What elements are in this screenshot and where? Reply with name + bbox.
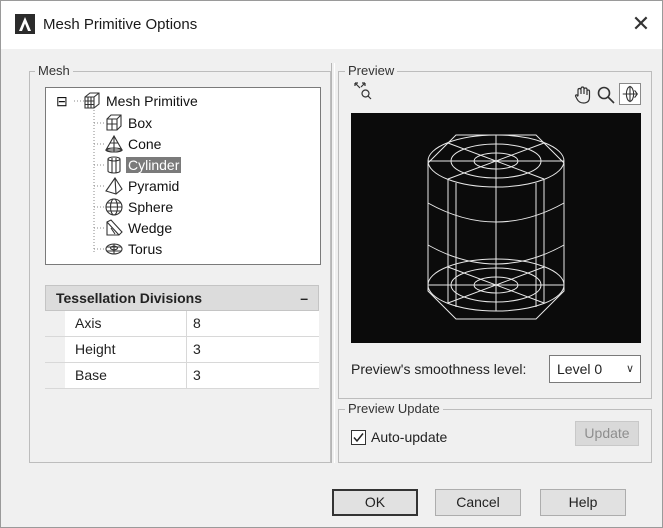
tree-item-label: Cylinder [126, 157, 182, 173]
chevron-down-icon: ∨ [625, 363, 634, 375]
mesh-primitive-icon [84, 92, 100, 109]
preview-update-group-label: Preview Update [345, 401, 443, 416]
cylinder-wireframe-preview [427, 134, 565, 320]
cylinder-icon [107, 156, 121, 174]
preview-group-label: Preview [345, 63, 398, 78]
smoothness-level-dropdown[interactable]: Level 0 ∨ [549, 355, 641, 383]
ok-button[interactable]: OK [332, 489, 418, 516]
cancel-button[interactable]: Cancel [435, 489, 521, 516]
vertical-divider [331, 63, 335, 463]
tree-item-sphere[interactable]: Sphere [126, 197, 175, 217]
preview-viewport[interactable] [351, 113, 641, 343]
checkmark-icon [353, 433, 364, 443]
mesh-group-label: Mesh [35, 63, 73, 78]
property-name: Base [65, 363, 187, 388]
pan-hand-icon[interactable] [573, 85, 593, 105]
property-row-axis: Axis 8 [45, 311, 319, 337]
mesh-primitive-options-dialog: Mesh Primitive Options ✕ Mesh ⊟ Mesh Pri… [0, 0, 663, 528]
smoothness-label: Preview's smoothness level: [351, 361, 527, 377]
property-name: Axis [65, 311, 187, 336]
tree-item-label: Pyramid [128, 178, 180, 194]
wedge-icon [106, 219, 123, 236]
tree-item-label: Box [128, 115, 153, 131]
autocad-logo-icon [15, 14, 35, 34]
tree-item-label: Sphere [128, 199, 174, 215]
cone-icon [105, 134, 123, 153]
tree-item-cone[interactable]: Cone [126, 134, 163, 154]
tree-root-mesh-primitive[interactable]: ⊟ [56, 91, 72, 111]
torus-icon [105, 243, 123, 255]
update-button[interactable]: Update [575, 421, 639, 446]
smoothness-selected-value: Level 0 [557, 361, 603, 377]
pyramid-icon [105, 177, 123, 195]
close-button[interactable]: ✕ [628, 11, 654, 37]
auto-update-label[interactable]: Auto-update [371, 429, 447, 445]
orbit-icon[interactable] [619, 83, 641, 105]
sphere-icon [105, 198, 123, 216]
zoom-icon[interactable] [596, 85, 616, 105]
tree-item-mesh-primitive[interactable]: Mesh Primitive [104, 91, 200, 111]
axis-value-field[interactable]: 8 [187, 311, 319, 336]
tree-item-torus[interactable]: Torus [126, 239, 164, 259]
tree-connector-lines [74, 100, 104, 252]
help-button[interactable]: Help [540, 489, 626, 516]
tessellation-header-label: Tessellation Divisions [56, 290, 203, 306]
tree-item-label: Mesh Primitive [106, 93, 198, 109]
tessellation-header[interactable]: Tessellation Divisions – [45, 285, 319, 311]
box-icon [106, 114, 122, 131]
row-gutter [45, 363, 65, 388]
dialog-title: Mesh Primitive Options [43, 16, 198, 33]
property-row-base: Base 3 [45, 363, 319, 389]
tree-item-label: Torus [128, 241, 163, 257]
tree-item-wedge[interactable]: Wedge [126, 218, 174, 238]
title-bar: Mesh Primitive Options ✕ [1, 1, 662, 49]
row-gutter [45, 337, 65, 362]
tree-item-pyramid[interactable]: Pyramid [126, 176, 181, 196]
tree-item-cylinder[interactable]: Cylinder [126, 155, 182, 175]
tessellation-properties-panel: Tessellation Divisions – Axis 8 Height 3… [45, 285, 319, 389]
tree-item-label: Cone [128, 136, 162, 152]
row-gutter [45, 311, 65, 336]
tree-item-label: Wedge [128, 220, 173, 236]
auto-update-checkbox[interactable] [351, 430, 366, 445]
tree-expander-icon[interactable]: ⊟ [56, 91, 72, 111]
tree-item-box[interactable]: Box [126, 113, 154, 133]
close-icon: ✕ [631, 11, 651, 36]
property-row-height: Height 3 [45, 337, 319, 363]
mesh-primitive-tree[interactable]: ⊟ Mesh Primitive Box Cone Cylinder Pyram… [45, 87, 321, 265]
property-name: Height [65, 337, 187, 362]
base-value-field[interactable]: 3 [187, 363, 319, 388]
collapse-icon[interactable]: – [300, 286, 308, 310]
zoom-extents-icon[interactable] [353, 81, 373, 101]
height-value-field[interactable]: 3 [187, 337, 319, 362]
